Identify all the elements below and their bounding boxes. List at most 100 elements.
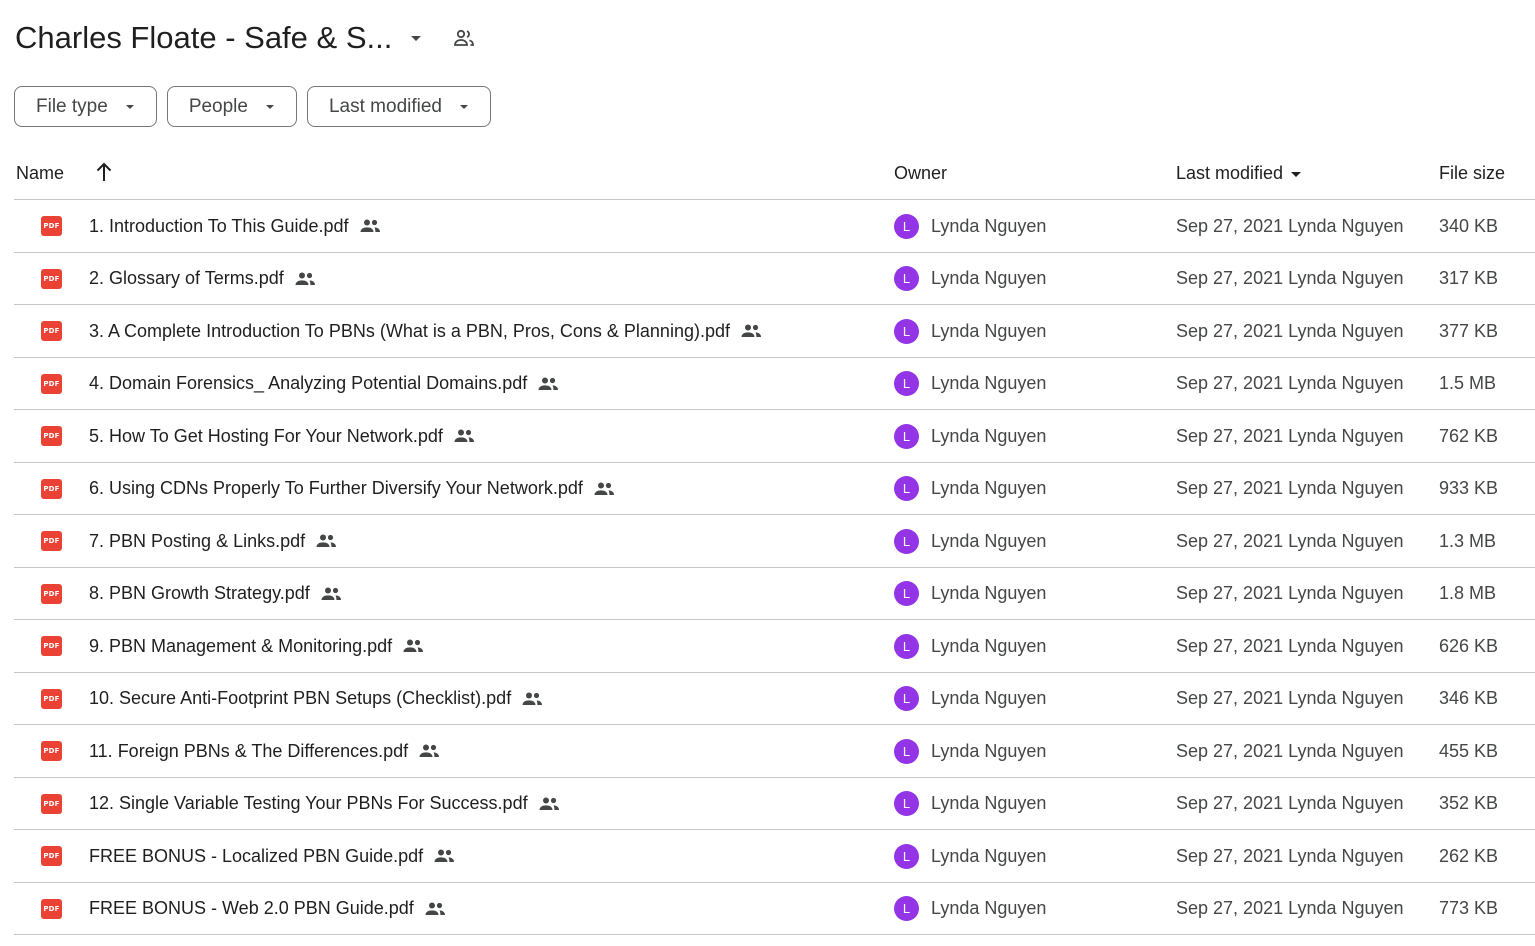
owner-cell: L Lynda Nguyen xyxy=(894,515,1046,567)
avatar[interactable]: L xyxy=(894,528,919,554)
file-name[interactable]: FREE BONUS - Web 2.0 PBN Guide.pdf xyxy=(89,898,414,919)
owner-name: Lynda Nguyen xyxy=(931,215,1047,236)
owner-cell: L Lynda Nguyen xyxy=(894,253,1046,305)
avatar[interactable]: L xyxy=(894,633,919,659)
pdf-icon-badge: PDF xyxy=(41,478,62,499)
column-header-file-size[interactable]: File size xyxy=(1439,163,1505,184)
folder-title[interactable]: Charles Floate - Safe & S... xyxy=(15,20,392,56)
avatar[interactable]: L xyxy=(894,581,919,606)
arrow-upward-icon[interactable] xyxy=(94,161,114,188)
file-name[interactable]: 6. Using CDNs Properly To Further Divers… xyxy=(89,478,583,499)
file-name[interactable]: 10. Secure Anti-Footprint PBN Setups (Ch… xyxy=(89,688,511,709)
avatar[interactable]: L xyxy=(894,896,919,921)
pdf-icon-badge: PDF xyxy=(41,426,62,446)
last-modified-cell: Sep 27, 2021 Lynda Nguyen xyxy=(1176,425,1404,446)
avatar[interactable]: L xyxy=(894,843,919,869)
last-modified-cell: Sep 27, 2021 Lynda Nguyen xyxy=(1176,215,1404,236)
chevron-down-icon xyxy=(458,101,470,113)
people-icon xyxy=(537,376,559,392)
owner-name: Lynda Nguyen xyxy=(931,635,1047,656)
file-size-cell: 340 KB xyxy=(1439,215,1499,236)
table-row[interactable]: PDF 11. Foreign PBNs & The Differences.p… xyxy=(14,725,1535,778)
table-row[interactable]: PDF 10. Secure Anti-Footprint PBN Setups… xyxy=(14,673,1535,725)
table-row[interactable]: PDF 3. A Complete Introduction To PBNs (… xyxy=(14,305,1535,358)
file-name[interactable]: 11. Foreign PBNs & The Differences.pdf xyxy=(89,741,408,762)
pdf-icon-badge: PDF xyxy=(41,688,62,709)
file-name[interactable]: 5. How To Get Hosting For Your Network.p… xyxy=(89,426,443,447)
avatar[interactable]: L xyxy=(894,791,919,816)
file-size-cell: 933 KB xyxy=(1439,478,1499,498)
table-row[interactable]: PDF 7. PBN Posting & Links.pdf L Lynda N… xyxy=(14,515,1535,568)
avatar[interactable]: L xyxy=(894,738,919,764)
filter-people[interactable]: People xyxy=(166,86,297,127)
file-name[interactable]: 8. PBN Growth Strategy.pdf xyxy=(89,583,310,604)
owner-cell: L Lynda Nguyen xyxy=(894,620,1046,672)
avatar[interactable]: L xyxy=(894,266,919,291)
file-size-cell: 377 KB xyxy=(1439,320,1499,341)
avatar[interactable]: L xyxy=(894,213,919,239)
file-name[interactable]: 12. Single Variable Testing Your PBNs Fo… xyxy=(89,793,528,814)
people-icon xyxy=(418,743,440,759)
file-name[interactable]: 2. Glossary of Terms.pdf xyxy=(89,268,284,289)
table-row[interactable]: PDF 2. Glossary of Terms.pdf L Lynda Ngu… xyxy=(14,253,1535,305)
table-row[interactable]: PDF 6. Using CDNs Properly To Further Di… xyxy=(14,463,1535,515)
last-modified-cell: Sep 27, 2021 Lynda Nguyen xyxy=(1176,530,1404,551)
pdf-icon: PDF xyxy=(41,725,62,777)
arrow-drop-down-icon[interactable] xyxy=(404,26,428,50)
avatar[interactable]: L xyxy=(894,476,919,501)
pdf-icon-badge: PDF xyxy=(41,321,62,341)
pdf-icon: PDF xyxy=(41,305,62,357)
file-size-cell: 346 KB xyxy=(1439,688,1499,708)
file-name[interactable]: 4. Domain Forensics_ Analyzing Potential… xyxy=(89,373,527,394)
file-name[interactable]: 9. PBN Management & Monitoring.pdf xyxy=(89,636,392,657)
avatar[interactable]: L xyxy=(894,423,919,449)
people-icon xyxy=(740,323,762,339)
last-modified-cell: Sep 27, 2021 Lynda Nguyen xyxy=(1176,793,1404,813)
pdf-icon: PDF xyxy=(41,358,62,410)
table-row[interactable]: PDF 5. How To Get Hosting For Your Netwo… xyxy=(14,410,1535,463)
pdf-icon: PDF xyxy=(41,568,62,620)
last-modified-cell: Sep 27, 2021 Lynda Nguyen xyxy=(1176,845,1404,866)
table-row[interactable]: PDF FREE BONUS - Web 2.0 PBN Guide.pdf L… xyxy=(14,883,1535,935)
pdf-icon: PDF xyxy=(41,200,62,252)
file-name[interactable]: 1. Introduction To This Guide.pdf xyxy=(89,216,349,237)
file-name[interactable]: FREE BONUS - Localized PBN Guide.pdf xyxy=(89,846,423,867)
owner-cell: L Lynda Nguyen xyxy=(894,200,1046,252)
filter-file-type[interactable]: File type xyxy=(14,86,157,127)
people-icon xyxy=(538,796,560,812)
avatar[interactable]: L xyxy=(894,686,919,711)
column-header-owner[interactable]: Owner xyxy=(894,163,947,184)
table-row[interactable]: PDF FREE BONUS - Localized PBN Guide.pdf… xyxy=(14,830,1535,883)
column-header-name[interactable]: Name xyxy=(16,163,64,184)
filter-last-modified[interactable]: Last modified xyxy=(306,86,491,127)
table-row[interactable]: PDF 9. PBN Management & Monitoring.pdf L… xyxy=(14,620,1535,673)
owner-cell: L Lynda Nguyen xyxy=(894,673,1046,725)
table-row[interactable]: PDF 4. Domain Forensics_ Analyzing Poten… xyxy=(14,358,1535,410)
pdf-icon-badge: PDF xyxy=(41,531,62,551)
table-row[interactable]: PDF 12. Single Variable Testing Your PBN… xyxy=(14,778,1535,830)
file-name-cell: 11. Foreign PBNs & The Differences.pdf xyxy=(89,725,440,777)
table-row[interactable]: PDF 8. PBN Growth Strategy.pdf L Lynda N… xyxy=(14,568,1535,620)
people-outline-icon[interactable] xyxy=(452,26,476,50)
avatar[interactable]: L xyxy=(894,371,919,396)
file-size-cell: 455 KB xyxy=(1439,740,1499,761)
file-size-cell: 773 KB xyxy=(1439,898,1499,918)
file-size-cell: 262 KB xyxy=(1439,845,1499,866)
pdf-icon-badge: PDF xyxy=(41,846,62,866)
table-row[interactable]: PDF 1. Introduction To This Guide.pdf L … xyxy=(14,200,1535,253)
file-name[interactable]: 3. A Complete Introduction To PBNs (What… xyxy=(89,321,730,342)
owner-name: Lynda Nguyen xyxy=(931,320,1047,341)
pdf-icon-badge: PDF xyxy=(41,583,62,604)
people-icon xyxy=(402,638,424,654)
owner-name: Lynda Nguyen xyxy=(931,583,1047,603)
avatar[interactable]: L xyxy=(894,318,919,344)
last-modified-cell: Sep 27, 2021 Lynda Nguyen xyxy=(1176,740,1404,761)
column-header-last-modified[interactable]: Last modified xyxy=(1176,163,1303,184)
file-name-cell: 3. A Complete Introduction To PBNs (What… xyxy=(89,305,762,357)
owner-name: Lynda Nguyen xyxy=(931,530,1047,551)
people-icon xyxy=(320,586,342,602)
people-icon xyxy=(359,218,381,234)
owner-name: Lynda Nguyen xyxy=(931,845,1047,866)
file-name[interactable]: 7. PBN Posting & Links.pdf xyxy=(89,531,305,552)
pdf-icon: PDF xyxy=(41,253,62,305)
